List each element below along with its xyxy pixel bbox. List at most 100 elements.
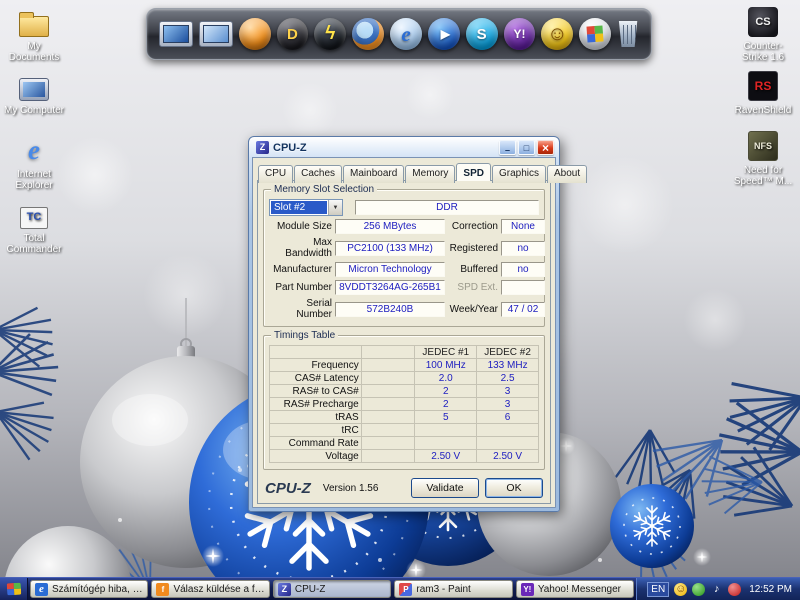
table-row: tRC (269, 423, 539, 437)
slot-select[interactable]: Slot #2 (269, 199, 343, 216)
slot-select-value: Slot #2 (271, 201, 327, 214)
tab-about[interactable]: About (547, 165, 588, 183)
version-text: Version 1.56 (322, 482, 379, 494)
yahoo-messenger-icon: Y! (520, 582, 534, 596)
window-footer: CPU-Z Version 1.56 Validate OK (263, 478, 545, 499)
computer-icon (2, 70, 66, 102)
field-label: Correction (451, 221, 498, 232)
field-row: Serial Number 572B240B Week/Year 47 / 02 (269, 298, 545, 320)
clock[interactable]: 12:52 PM (746, 584, 792, 595)
recycle-bin-icon[interactable] (618, 21, 638, 47)
my-computer-icon[interactable] (198, 21, 233, 47)
taskbar-button-browser-error[interactable]: e Számítógép hiba, de... (30, 580, 149, 598)
validate-button[interactable]: Validate (411, 478, 479, 498)
counter-strike-icon: CS (732, 6, 794, 38)
ravenshield-icon: RS (732, 70, 794, 102)
taskbar-button-paint[interactable]: P ram3 - Paint (394, 580, 513, 598)
field-label: Max Bandwidth (285, 237, 332, 259)
desktop-icon-my-documents[interactable]: My Documents (2, 6, 66, 63)
daemon-tools-icon[interactable]: D (276, 18, 309, 50)
pine-branches-left (0, 301, 65, 466)
field-row: Manufacturer Micron Technology Buffered … (269, 262, 545, 277)
messenger-tray-icon[interactable] (692, 582, 706, 596)
antivirus-tray-icon[interactable] (728, 582, 742, 596)
desktop-icon-ravenshield[interactable]: RS RavenShield (732, 70, 794, 116)
tab-memory[interactable]: Memory (405, 165, 456, 183)
table-row: RAS# to CAS# 2 3 (269, 384, 539, 398)
internet-explorer-icon[interactable]: e (390, 18, 422, 50)
tab-mainboard[interactable]: Mainboard (343, 165, 405, 183)
desktop-icon-label: Counter-Strike 1.6 (741, 41, 785, 63)
table-row: tRAS 5 6 (269, 410, 539, 424)
table-row: Frequency 100 MHz 133 MHz (269, 358, 539, 372)
yahoo-tray-icon[interactable] (674, 582, 688, 596)
maximize-button[interactable] (518, 140, 535, 155)
taskbar-button-forum-reply[interactable]: f Válasz küldése a fór... (151, 580, 270, 598)
start-button[interactable] (0, 578, 28, 600)
dock: D ϟ e ▶ S Y! ☺ (146, 8, 652, 60)
desktop-icon-label: Need for Speed™ M... (733, 165, 793, 187)
paint-icon: P (399, 582, 413, 596)
yahoo-messenger-icon[interactable]: Y! (503, 18, 536, 50)
chevron-down-icon[interactable] (328, 200, 342, 215)
field-label: Serial Number (296, 298, 332, 320)
desktop-icon-label: Internet Explorer (15, 169, 53, 191)
desktop-icon-label: My Documents (8, 41, 60, 63)
desktop-icon-total-commander[interactable]: TC Total Commander (2, 198, 66, 255)
display-icon[interactable] (159, 21, 193, 47)
field-label: Week/Year (449, 303, 498, 315)
desktop-icon-internet-explorer[interactable]: e Internet Explorer (2, 134, 66, 191)
language-indicator[interactable]: EN (647, 581, 670, 597)
week-year-value: 47 / 02 (501, 301, 545, 317)
smiley-icon[interactable]: ☺ (541, 18, 574, 50)
cpuz-app-icon: Z (277, 582, 291, 596)
need-for-speed-icon: NFS (732, 130, 794, 162)
firefox-icon[interactable] (352, 18, 385, 50)
group-label: Memory Slot Selection (271, 184, 378, 195)
table-row: CAS# Latency 2.0 2.5 (269, 371, 539, 385)
registered-value: no (501, 240, 545, 256)
media-player-icon[interactable]: ▶ (427, 18, 460, 50)
display-screen (202, 25, 229, 43)
titlebar[interactable]: Z CPU-Z (252, 137, 556, 157)
field-label: Registered (449, 242, 498, 254)
manufacturer-value: Micron Technology (335, 262, 445, 277)
timings-table: JEDEC #1 JEDEC #2 Frequency 100 MHz 133 … (269, 345, 539, 463)
cpuz-app-icon: Z (256, 141, 269, 154)
close-button[interactable] (537, 140, 554, 155)
memory-type-field: DDR (355, 200, 539, 215)
winamp-icon[interactable]: ϟ (314, 18, 347, 50)
taskbar-button-yahoo-messenger[interactable]: Y! Yahoo! Messenger (515, 580, 635, 598)
windows-icon[interactable] (579, 18, 612, 50)
internet-explorer-icon: e (35, 582, 48, 596)
cpuz-logo: CPU-Z (265, 479, 311, 497)
system-tray: EN 12:52 PM (636, 578, 800, 600)
desktop-icon-label: RavenShield (734, 105, 792, 116)
window-client: CPU Caches Mainboard Memory SPD Graphics… (252, 157, 588, 508)
windows-start-icon (6, 582, 21, 596)
tab-spd[interactable]: SPD (456, 163, 491, 181)
skype-icon[interactable]: S (465, 18, 498, 50)
desktop-icon-counter-strike[interactable]: CS Counter-Strike 1.6 (732, 6, 794, 63)
taskbar-button-cpuz[interactable]: Z CPU-Z (272, 580, 392, 598)
orange-ball-icon[interactable] (238, 18, 271, 50)
desktop-icon-need-for-speed[interactable]: NFS Need for Speed™ M... (732, 130, 794, 187)
desktop-icon-my-computer[interactable]: My Computer (2, 70, 66, 116)
tab-cpu[interactable]: CPU (258, 165, 294, 183)
field-row: Module Size 256 MBytes Correction None (269, 219, 545, 234)
correction-value: None (501, 219, 545, 234)
table-row: RAS# Precharge 2 3 (269, 397, 539, 411)
total-commander-icon: TC (2, 198, 66, 230)
tab-graphics[interactable]: Graphics (491, 165, 546, 183)
minimize-button[interactable] (499, 140, 516, 155)
ok-button[interactable]: OK (485, 478, 543, 498)
table-row: Command Rate (269, 436, 539, 450)
volume-icon[interactable] (710, 583, 723, 596)
memory-slot-selection-group: Memory Slot Selection Slot #2 DDR Module… (263, 184, 545, 327)
spd-tab-page: Memory Slot Selection Slot #2 DDR Module… (257, 180, 551, 504)
table-row: Voltage 2.50 V 2.50 V (269, 449, 539, 463)
part-number-value: 8VDDT3264AG-265B1 (335, 280, 445, 295)
timings-col-jedec2: JEDEC #2 (476, 345, 539, 359)
tab-caches[interactable]: Caches (294, 165, 343, 183)
timings-col-jedec1: JEDEC #1 (414, 345, 478, 359)
